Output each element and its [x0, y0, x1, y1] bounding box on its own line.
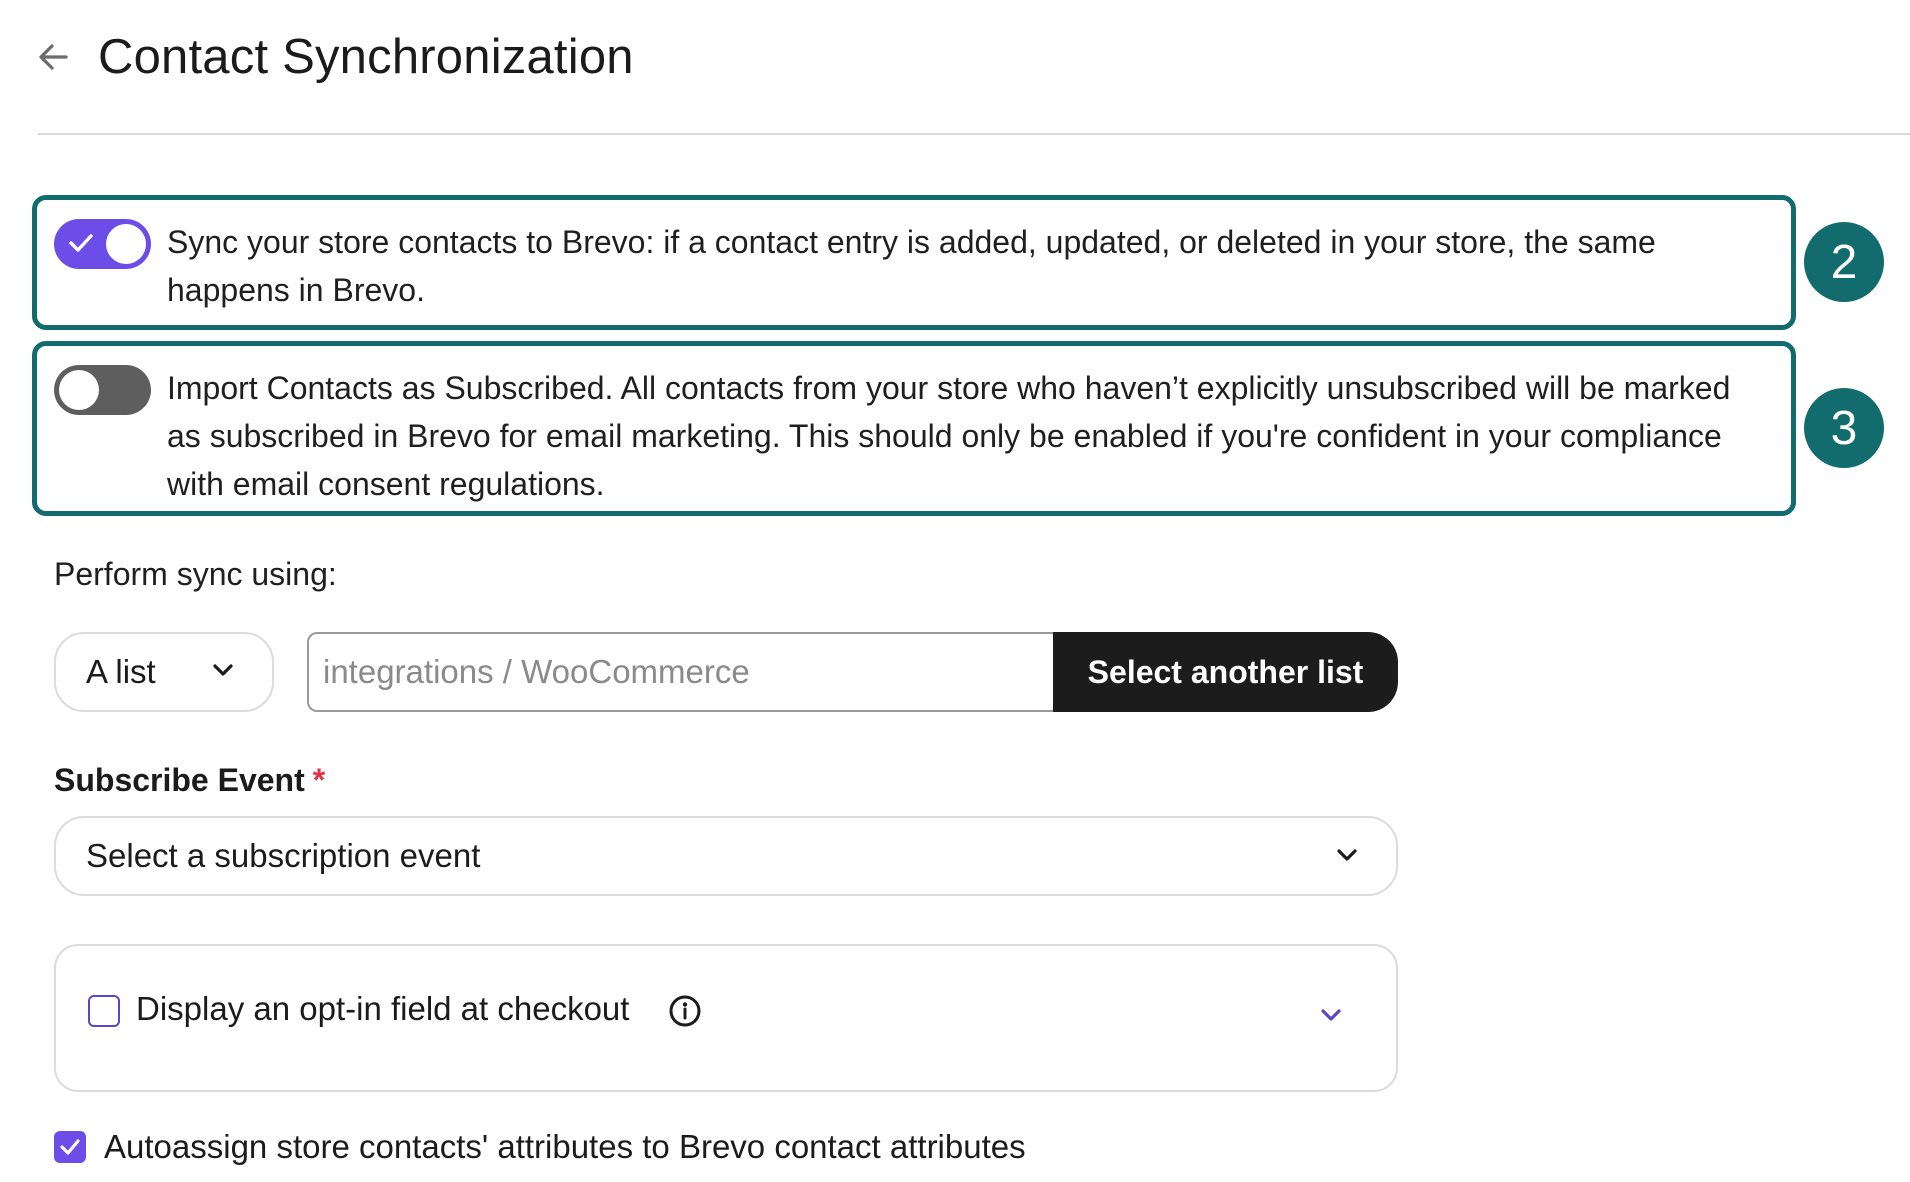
- optin-label: Display an opt-in field at checkout: [136, 990, 630, 1027]
- back-button[interactable]: [36, 40, 70, 74]
- chevron-down-icon[interactable]: [1320, 1008, 1342, 1022]
- header-divider: [38, 133, 1910, 135]
- step-badge-2: 2: [1804, 222, 1884, 302]
- autoassign-label: Autoassign store contacts' attributes to…: [104, 1128, 1026, 1165]
- toggle-knob: [106, 224, 146, 264]
- chevron-down-icon: [1337, 849, 1357, 861]
- check-icon: [60, 1139, 80, 1155]
- sync-contacts-toggle[interactable]: [54, 219, 151, 269]
- check-icon: [69, 234, 93, 252]
- sync-contacts-option: Sync your store contacts to Brevo: if a …: [32, 195, 1796, 330]
- sync-contacts-description: Sync your store contacts to Brevo: if a …: [167, 224, 1656, 308]
- autoassign-checkbox[interactable]: [54, 1131, 86, 1163]
- list-input[interactable]: [307, 632, 1055, 712]
- info-icon[interactable]: [668, 994, 702, 1028]
- subscribe-event-label: Subscribe Event *: [54, 762, 325, 799]
- step-badge-3: 3: [1804, 388, 1884, 468]
- sync-type-select[interactable]: A list: [54, 632, 274, 712]
- arrow-left-icon: [39, 44, 68, 70]
- import-subscribed-description: Import Contacts as Subscribed. All conta…: [167, 370, 1731, 502]
- subscribe-event-select[interactable]: Select a subscription event: [54, 816, 1398, 896]
- chevron-down-icon: [213, 664, 233, 676]
- page-title: Contact Synchronization: [98, 30, 634, 84]
- perform-sync-label: Perform sync using:: [54, 556, 337, 592]
- page-header: Contact Synchronization: [36, 24, 634, 90]
- contact-sync-page: Contact Synchronization Sync your store …: [0, 0, 1910, 1182]
- toggle-knob: [59, 370, 99, 410]
- import-subscribed-toggle[interactable]: [54, 365, 151, 415]
- sync-type-value: A list: [86, 653, 156, 690]
- autoassign-row: Autoassign store contacts' attributes to…: [54, 1128, 1026, 1166]
- import-subscribed-option: Import Contacts as Subscribed. All conta…: [32, 341, 1796, 516]
- subscribe-event-placeholder: Select a subscription event: [86, 837, 481, 874]
- optin-checkbox[interactable]: [88, 995, 120, 1027]
- optin-card: Display an opt-in field at checkout: [54, 944, 1398, 1092]
- subscribe-event-label-text: Subscribe Event: [54, 762, 305, 798]
- select-another-list-button[interactable]: Select another list: [1053, 632, 1398, 712]
- required-marker: *: [312, 762, 326, 798]
